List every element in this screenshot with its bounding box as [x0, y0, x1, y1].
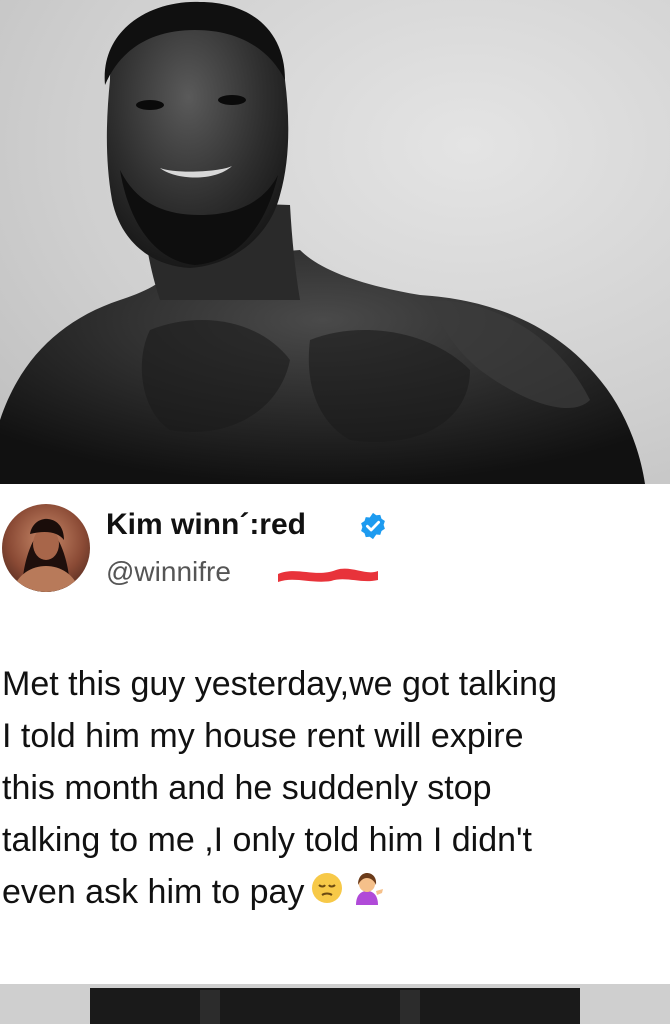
profile-photo-image	[12, 518, 80, 592]
meme-photo-bottom	[0, 984, 670, 1024]
tweet-line-last: even ask him to pay	[2, 866, 662, 920]
display-name[interactable]: Kim winn´:red	[106, 508, 306, 542]
tweet-line: Met this guy yesterday,we got talking	[2, 665, 557, 703]
verified-badge-icon	[361, 512, 385, 540]
woman-tipping-hand-emoji	[350, 868, 384, 920]
tweet-line: I told him my house rent will expire	[2, 717, 524, 755]
tweet-line: even ask him to pay	[2, 873, 305, 911]
tweet-line: talking to me ,I only told him I didn't	[2, 821, 532, 859]
pensive-face-emoji	[310, 868, 344, 920]
tweet-line: this month and he suddenly stop	[2, 769, 492, 807]
jeans-waist-illustration	[0, 984, 670, 1024]
meme-photo	[0, 0, 670, 484]
redaction-scribble	[278, 568, 378, 582]
avatar[interactable]	[2, 504, 90, 592]
muscular-man-illustration	[0, 1, 645, 484]
user-handle[interactable]: @winnifre	[106, 556, 231, 588]
tweet-text: Met this guy yesterday,we got talking I …	[2, 658, 662, 920]
